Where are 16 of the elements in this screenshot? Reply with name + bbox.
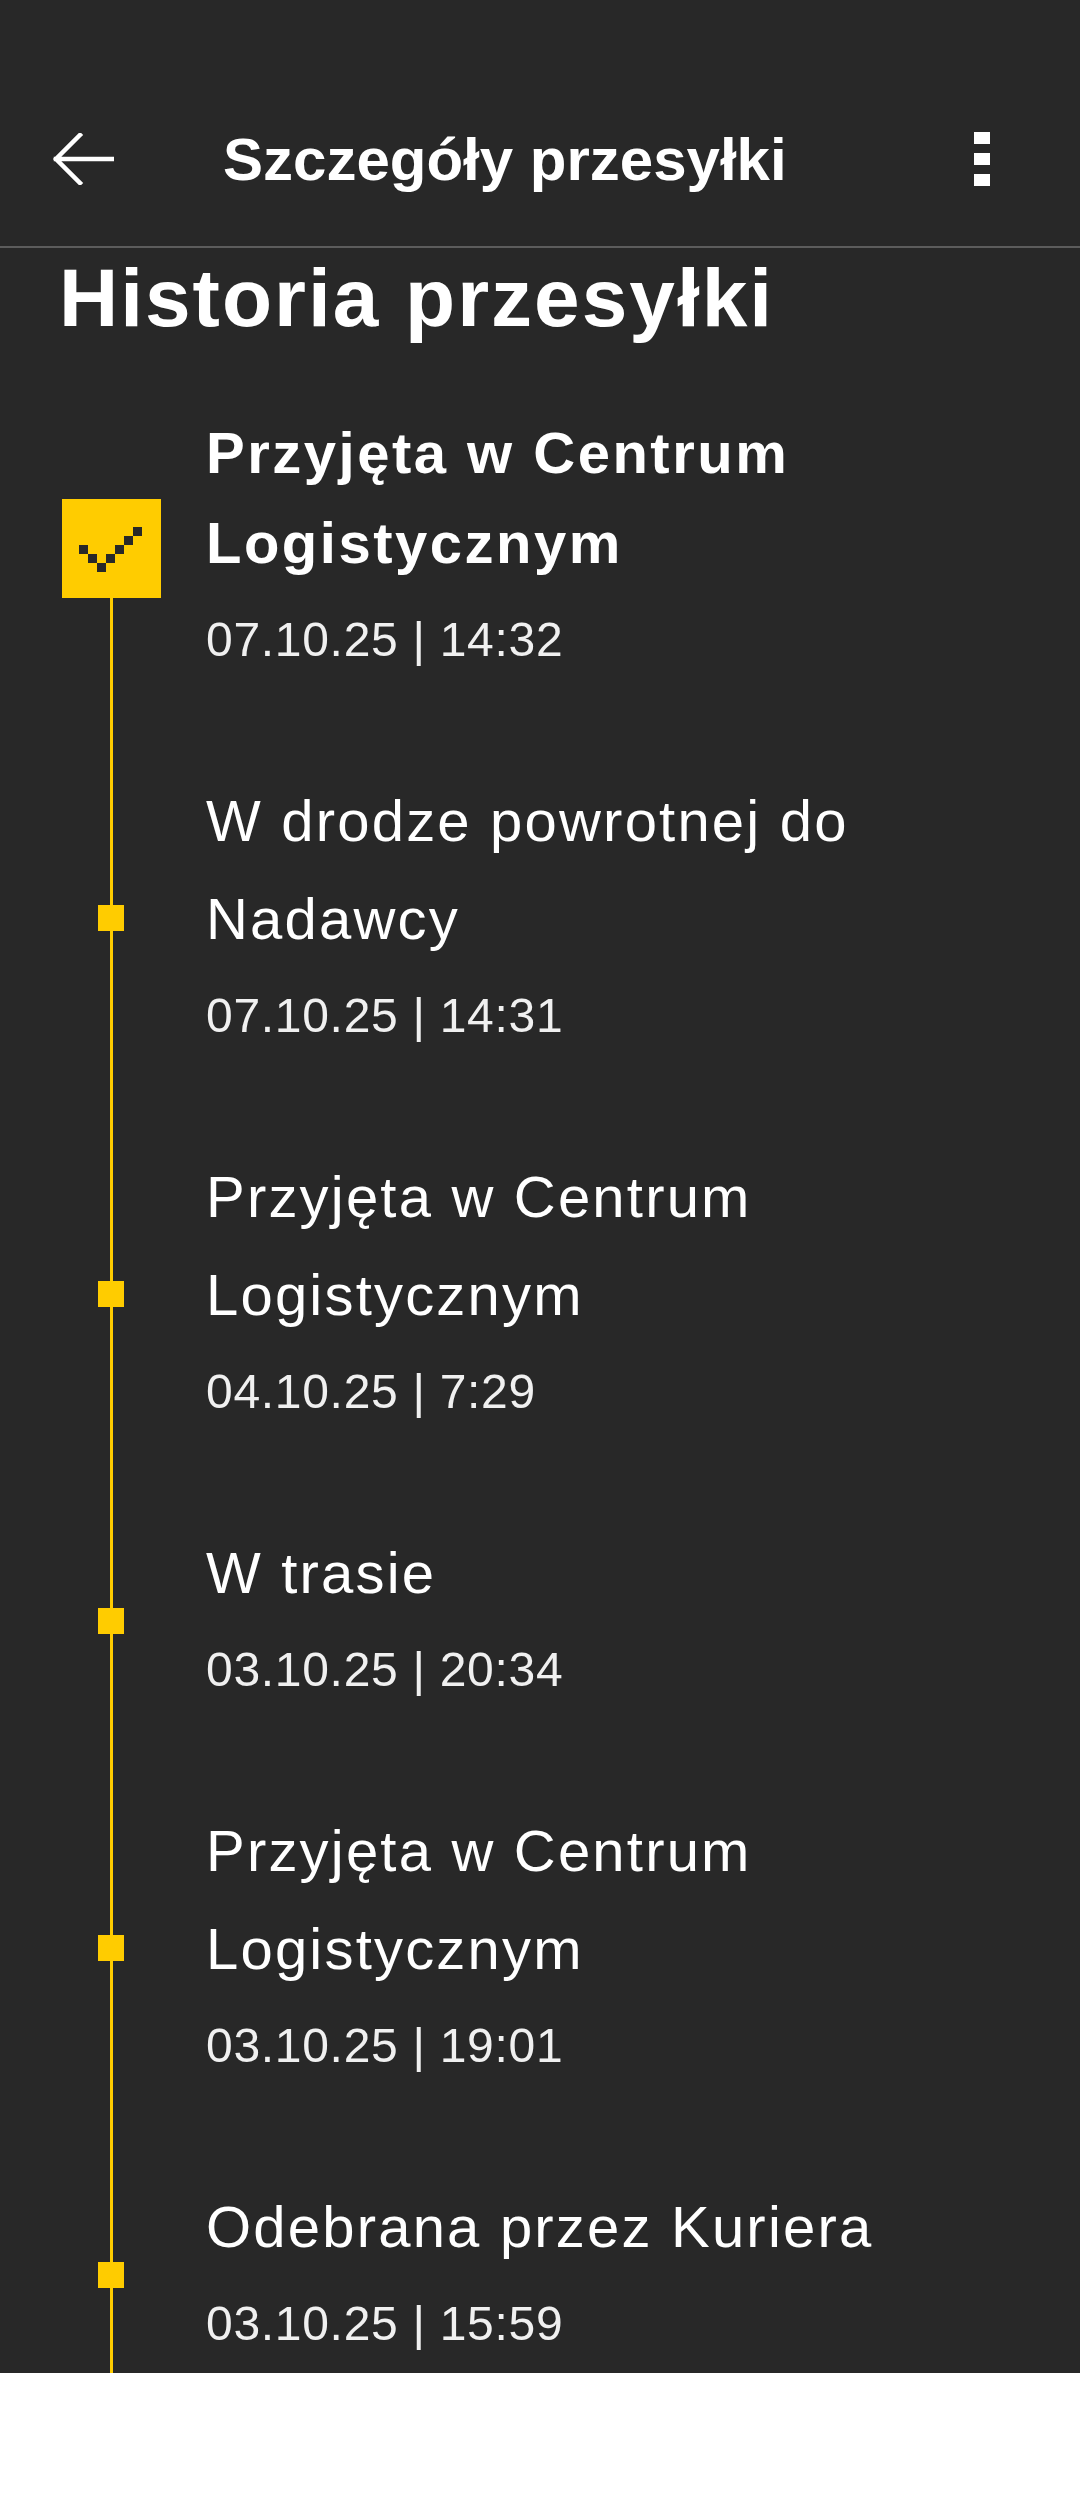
screen-title: Szczegóły przesyłki [223, 124, 787, 194]
event-title: Przyjęta w Centrum Logistycznym [206, 1163, 753, 1329]
event-title: Przyjęta w Centrum Logistycznym [206, 1817, 753, 1983]
event-date: 07.10.25 | 14:32 [206, 612, 564, 668]
event-date: 04.10.25 | 7:29 [206, 1364, 536, 1420]
event-date: 03.10.25 | 19:01 [206, 2018, 564, 2074]
event-title: Przyjęta w Centrum Logistycznym [206, 419, 791, 577]
event-date: 07.10.25 | 14:31 [206, 988, 564, 1044]
event-title: W trasie [206, 1539, 437, 1607]
section-heading: Historia przesyłki [59, 251, 775, 345]
event-title: W drodze powrotnej do Nadawcy [206, 787, 850, 953]
more-options-icon[interactable] [974, 132, 990, 186]
event-title: Odebrana przez Kuriera [206, 2193, 874, 2261]
event-date: 03.10.25 | 20:34 [206, 1642, 564, 1698]
event-date: 03.10.25 | 15:59 [206, 2296, 564, 2352]
back-arrow-icon[interactable] [52, 133, 114, 185]
